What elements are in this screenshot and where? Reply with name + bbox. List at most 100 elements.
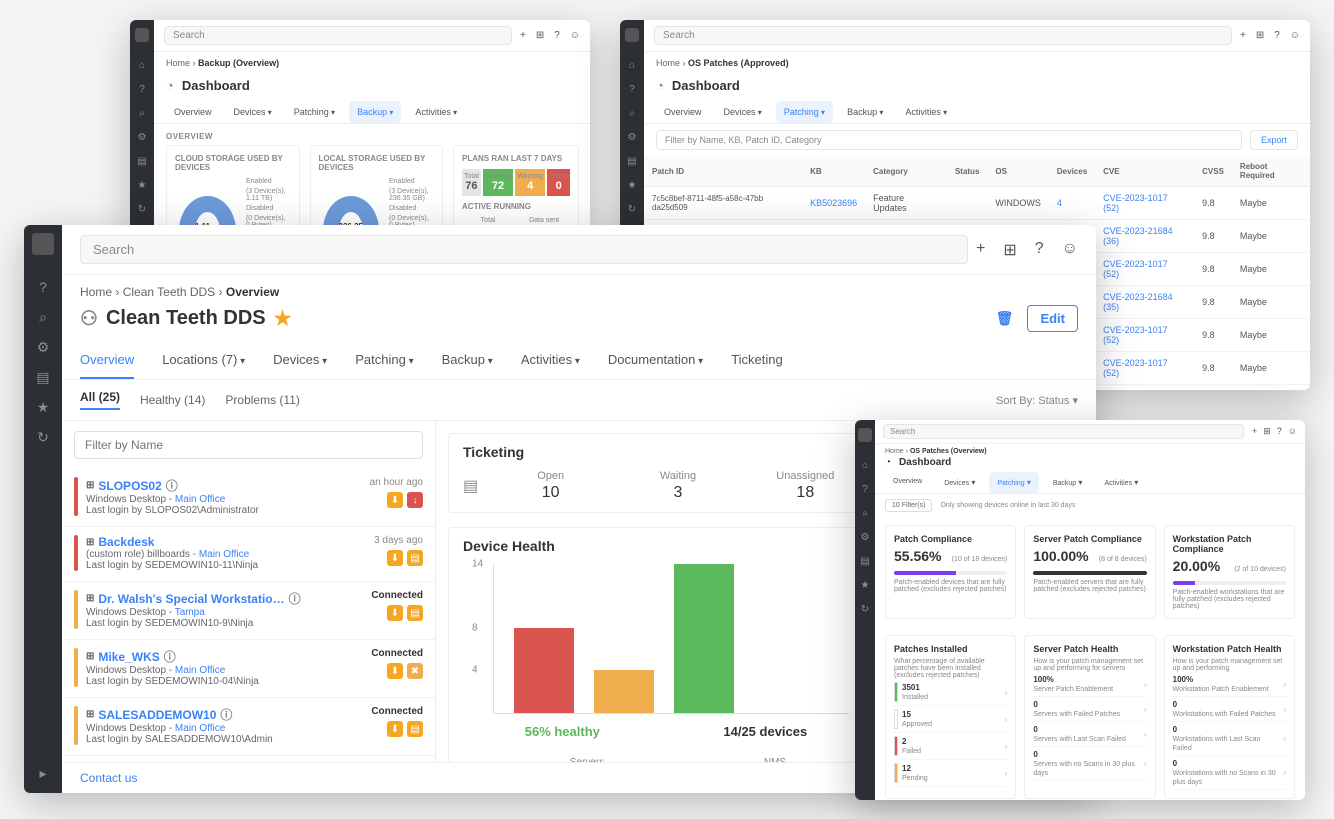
device-filter-input[interactable] [74, 431, 423, 459]
tab-backup[interactable]: Backup [349, 101, 401, 123]
sidebar-home-icon[interactable]: ⌂ [858, 458, 872, 472]
search-input[interactable]: Search [883, 424, 1244, 439]
tab-patching[interactable]: Patching [989, 472, 1039, 493]
sidebar-settings-icon[interactable]: ⚙ [33, 337, 53, 357]
sidebar-home-icon[interactable]: ⌂ [135, 58, 149, 72]
device-item[interactable]: ⊞ Mike_WKS ⓘWindows Desktop - Main Offic… [62, 640, 435, 698]
search-input[interactable]: Search [80, 235, 968, 264]
sidebar-doc-icon[interactable]: ▤ [858, 554, 872, 568]
edit-button[interactable]: Edit [1027, 305, 1078, 332]
col-cvss[interactable]: CVSS [1194, 156, 1232, 187]
sidebar-history-icon[interactable]: ↻ [33, 427, 53, 447]
tab-backup[interactable]: Backup [442, 342, 493, 379]
sidebar-doc-icon[interactable]: ▤ [625, 154, 639, 168]
bc-home[interactable]: Home [80, 285, 112, 299]
patch-filter-input[interactable]: Filter by Name, KB, Patch ID, Category [656, 130, 1242, 150]
tab-backup[interactable]: Backup [1045, 472, 1091, 493]
sidebar-settings-icon[interactable]: ⚙ [858, 530, 872, 544]
bc-home[interactable]: Home [656, 58, 680, 68]
add-icon[interactable]: + [520, 30, 526, 41]
user-icon[interactable]: ☺ [1288, 426, 1297, 437]
col-patch-id[interactable]: Patch ID [644, 156, 802, 187]
sidebar-search-icon[interactable]: ⌕ [33, 307, 53, 327]
user-icon[interactable]: ☺ [1062, 240, 1078, 260]
tab-devices[interactable]: Devices [936, 472, 983, 493]
grid-icon[interactable]: ⊞ [536, 30, 544, 41]
tab-activities[interactable]: Activities [897, 101, 955, 123]
tab-patching[interactable]: Patching [286, 101, 343, 123]
col-devices[interactable]: Devices [1049, 156, 1095, 187]
device-item[interactable]: ⊞ Dr. Walsh's Special Workstatio… ⓘWindo… [62, 582, 435, 640]
sidebar-home-icon[interactable]: ⌂ [625, 58, 639, 72]
add-icon[interactable]: + [976, 240, 985, 260]
search-input[interactable]: Search [654, 26, 1232, 45]
device-item[interactable]: ⊞ SLOPOS02 ⓘWindows Desktop - Main Offic… [62, 469, 435, 527]
tab-patching[interactable]: Patching [776, 101, 833, 123]
sidebar-doc-icon[interactable]: ▤ [135, 154, 149, 168]
sidebar-help-icon[interactable]: ? [135, 82, 149, 96]
device-item[interactable]: Andrea_LPTP ⓘMac Desktop - Main OfficeLa… [62, 756, 435, 762]
tab-devices[interactable]: Devices [226, 101, 280, 123]
sidebar-expand-icon[interactable]: ▸ [33, 763, 53, 783]
filter-chip[interactable]: 10 Filter(s) [885, 499, 932, 512]
sidebar-search-icon[interactable]: ⌕ [625, 106, 639, 120]
device-item[interactable]: ⊞ Backdesk(custom role) billboards - Mai… [62, 527, 435, 582]
tab-ticketing[interactable]: Ticketing [731, 342, 783, 379]
tab-devices[interactable]: Devices [716, 101, 770, 123]
add-icon[interactable]: + [1240, 30, 1246, 41]
filter-all[interactable]: All (25) [80, 390, 120, 410]
col-kb[interactable]: KB [802, 156, 865, 187]
tab-overview[interactable]: Overview [166, 101, 220, 123]
bc-org[interactable]: Clean Teeth DDS [123, 285, 216, 299]
sidebar-history-icon[interactable]: ↻ [858, 602, 872, 616]
sidebar-settings-icon[interactable]: ⚙ [625, 130, 639, 144]
sort-value[interactable]: Status [1038, 395, 1069, 407]
col-reboot-required[interactable]: Reboot Required [1232, 156, 1310, 187]
tab-documentation[interactable]: Documentation [608, 342, 703, 379]
tab-overview[interactable]: Overview [885, 472, 930, 493]
sidebar-search-icon[interactable]: ⌕ [858, 506, 872, 520]
tab-activities[interactable]: Activities [521, 342, 580, 379]
tab-activities[interactable]: Activities [1096, 472, 1146, 493]
sidebar-star-icon[interactable]: ★ [135, 178, 149, 192]
tab-overview[interactable]: Overview [80, 342, 134, 379]
sidebar-doc-icon[interactable]: ▤ [33, 367, 53, 387]
filter-problems[interactable]: Problems (11) [225, 393, 299, 407]
sidebar-settings-icon[interactable]: ⚙ [135, 130, 149, 144]
tab-backup[interactable]: Backup [839, 101, 891, 123]
sidebar-help-icon[interactable]: ? [625, 82, 639, 96]
col-status[interactable]: Status [947, 156, 987, 187]
sidebar-history-icon[interactable]: ↻ [625, 202, 639, 216]
add-icon[interactable]: + [1252, 426, 1257, 437]
sidebar-history-icon[interactable]: ↻ [135, 202, 149, 216]
help-icon[interactable]: ? [1274, 30, 1280, 41]
filter-healthy[interactable]: Healthy (14) [140, 393, 205, 407]
grid-icon[interactable]: ⊞ [1003, 240, 1016, 260]
tab-activities[interactable]: Activities [407, 101, 465, 123]
table-row[interactable]: 7c5c8bef-8711-48f5-a58c-47bb da25d509KB5… [644, 187, 1310, 220]
tab-overview[interactable]: Overview [656, 101, 710, 123]
tab-patching[interactable]: Patching [355, 342, 413, 379]
help-icon[interactable]: ? [1277, 426, 1282, 437]
bc-home[interactable]: Home [885, 448, 904, 455]
sidebar-star-icon[interactable]: ★ [625, 178, 639, 192]
export-button[interactable]: Export [1250, 130, 1298, 150]
device-item[interactable]: ⊞ SALESADDEMOW10 ⓘWindows Desktop - Main… [62, 698, 435, 756]
help-icon[interactable]: ? [554, 30, 560, 41]
help-icon[interactable]: ? [1035, 240, 1044, 260]
col-os[interactable]: OS [987, 156, 1049, 187]
sidebar-help-icon[interactable]: ? [33, 277, 53, 297]
grid-icon[interactable]: ⊞ [1256, 30, 1264, 41]
tab-devices[interactable]: Devices [273, 342, 327, 379]
grid-icon[interactable]: ⊞ [1263, 426, 1271, 437]
user-icon[interactable]: ☺ [570, 30, 580, 41]
sidebar-star-icon[interactable]: ★ [33, 397, 53, 417]
search-input[interactable]: Search [164, 26, 512, 45]
tab-locations[interactable]: Locations (7) [162, 342, 245, 379]
col-category[interactable]: Category [865, 156, 947, 187]
delete-button[interactable]: 🗑 [996, 310, 1014, 327]
bc-home[interactable]: Home [166, 58, 190, 68]
sidebar-star-icon[interactable]: ★ [858, 578, 872, 592]
col-cve[interactable]: CVE [1095, 156, 1194, 187]
sidebar-help-icon[interactable]: ? [858, 482, 872, 496]
